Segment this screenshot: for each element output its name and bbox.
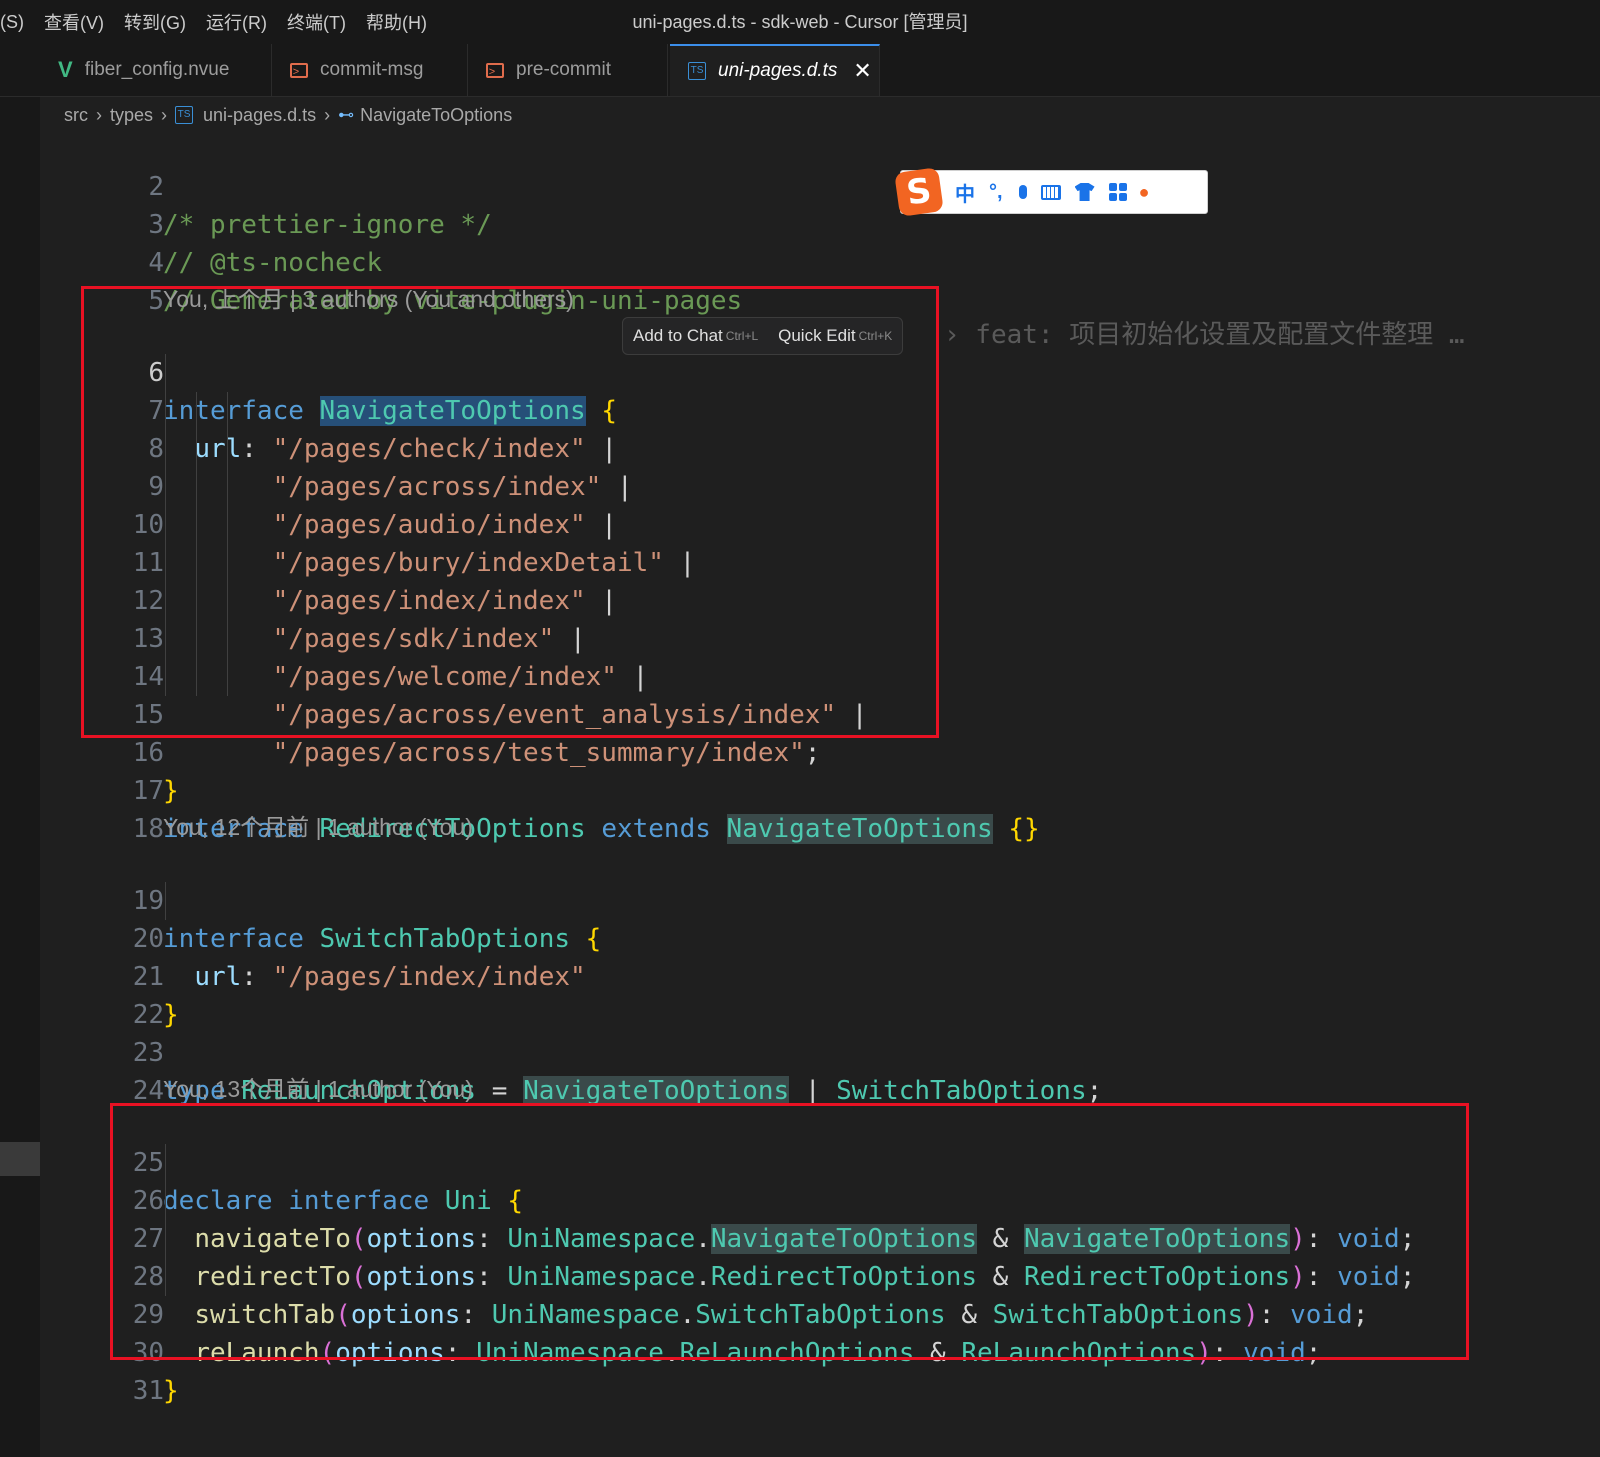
line-number: 31 xyxy=(132,1376,164,1406)
typescript-file-icon: TS xyxy=(688,62,706,80)
toolbox-grid-icon[interactable] xyxy=(1108,183,1127,201)
string: "/pages/index/index" xyxy=(272,962,586,992)
type-name: SwitchTabOptions xyxy=(319,924,570,954)
ai-inline-actions: Add to Chat Ctrl+L Quick Edit Ctrl+K xyxy=(622,317,904,355)
shortcut-hint: Ctrl+K xyxy=(858,329,893,343)
ime-punctuation-button[interactable]: °, xyxy=(989,181,1003,204)
tab-fiber-config[interactable]: V fiber_config.nvue xyxy=(40,44,272,96)
tab-label: uni-pages.d.ts xyxy=(718,60,838,81)
keyword: interface xyxy=(163,924,304,954)
code-line: 20 url: "/pages/index/index" xyxy=(40,882,586,992)
type-name: SwitchTabOptions xyxy=(836,1076,1087,1106)
code-line: 21 } xyxy=(40,920,179,1030)
code-line: 24 xyxy=(40,1034,164,1106)
breadcrumb-file[interactable]: uni-pages.d.ts xyxy=(203,105,316,126)
sogou-logo-icon[interactable]: S xyxy=(894,167,944,217)
keyword: extends xyxy=(601,814,711,844)
code-line: 17 interface RedirectToOptions extends N… xyxy=(40,734,1040,844)
typescript-file-icon: TS xyxy=(175,106,194,124)
code-line: 22 xyxy=(40,958,164,1030)
quick-edit-button[interactable]: Quick Edit xyxy=(778,326,855,346)
tab-label: pre-commit xyxy=(516,59,612,80)
menu-help[interactable]: 帮助(H) xyxy=(356,9,437,35)
breadcrumb: src › types › TS uni-pages.d.ts › ⊷ Navi… xyxy=(64,100,512,130)
shortcut-hint: Ctrl+L xyxy=(725,329,759,343)
interface-symbol-icon: ⊷ xyxy=(338,107,355,124)
skin-shirt-icon[interactable] xyxy=(1074,183,1095,201)
breadcrumb-types[interactable]: types xyxy=(110,105,153,126)
code-line: 23 type ReLaunchOptions = NavigateToOpti… xyxy=(40,996,1102,1106)
code-text: // @ts-nocheck xyxy=(163,248,383,278)
type-name-highlight: NavigateToOptions xyxy=(726,814,993,844)
chevron-right-icon: › xyxy=(324,104,331,125)
string: "/pages/across/test_summary/index" xyxy=(272,738,805,768)
keyboard-icon[interactable] xyxy=(1040,184,1061,200)
menu-run[interactable]: 运行(R) xyxy=(196,9,277,35)
code-line: 18 xyxy=(40,772,164,844)
code-text: /* prettier-ignore */ xyxy=(163,210,492,240)
code-line: 2 /* prettier-ignore */ xyxy=(40,130,491,240)
property: url xyxy=(194,962,242,992)
mascot-icon[interactable]: ● xyxy=(1139,182,1150,203)
inline-git-blame: › feat: 项目初始化设置及配置文件整理 … xyxy=(944,320,1465,350)
microphone-icon[interactable] xyxy=(1018,185,1027,199)
tab-label: fiber_config.nvue xyxy=(84,59,230,80)
menu-view[interactable]: 查看(V) xyxy=(34,9,114,35)
tab-pre-commit[interactable]: >_ pre-commit xyxy=(468,44,668,96)
title-bar: (S) 查看(V) 转到(G) 运行(R) 终端(T) 帮助(H) xyxy=(0,0,1600,44)
tab-commit-msg[interactable]: >_ commit-msg xyxy=(272,44,468,96)
codelens-blame[interactable]: You, 12个月前 | 1 author (You) xyxy=(163,810,473,844)
chevron-right-icon: › xyxy=(161,104,168,125)
chevron-right-icon: › xyxy=(96,104,102,125)
indent-guide xyxy=(165,882,166,920)
ime-mode-button[interactable]: 中 xyxy=(955,178,975,207)
ime-toolbar[interactable]: S 中 °, ● xyxy=(894,167,1208,217)
terminal-file-icon: >_ xyxy=(290,62,308,78)
code-line: 5 xyxy=(40,244,164,316)
codelens-blame[interactable]: You, 13个月前 | 1 author (You) xyxy=(163,1072,473,1106)
editor-tab-bar: V fiber_config.nvue >_ commit-msg >_ pre… xyxy=(0,44,1600,97)
code-line: 3 // @ts-nocheck xyxy=(40,168,382,278)
breadcrumb-src[interactable]: src xyxy=(64,105,88,126)
line-number: 18 xyxy=(132,814,164,844)
menu-terminal[interactable]: 终端(T) xyxy=(277,9,356,35)
menu-go[interactable]: 转到(G) xyxy=(114,9,196,35)
vue-icon: V xyxy=(58,57,73,82)
annotation-box xyxy=(110,1103,1469,1360)
menu-selection[interactable]: (S) xyxy=(0,12,34,33)
code-line: 4 // Generated by vite-plugin-uni-pages xyxy=(40,206,742,316)
terminal-file-icon: >_ xyxy=(486,62,504,78)
activity-item-indicator[interactable] xyxy=(0,1142,40,1176)
activity-bar xyxy=(0,44,40,1457)
tab-uni-pages[interactable]: TS uni-pages.d.ts ✕ xyxy=(670,44,880,96)
close-icon[interactable]: ✕ xyxy=(853,58,871,84)
add-to-chat-button[interactable]: Add to Chat xyxy=(633,326,723,346)
breadcrumb-symbol[interactable]: NavigateToOptions xyxy=(360,105,512,126)
tab-label: commit-msg xyxy=(320,59,424,80)
code-line: 19 interface SwitchTabOptions { xyxy=(40,844,602,954)
type-name-highlight: NavigateToOptions xyxy=(523,1076,790,1106)
